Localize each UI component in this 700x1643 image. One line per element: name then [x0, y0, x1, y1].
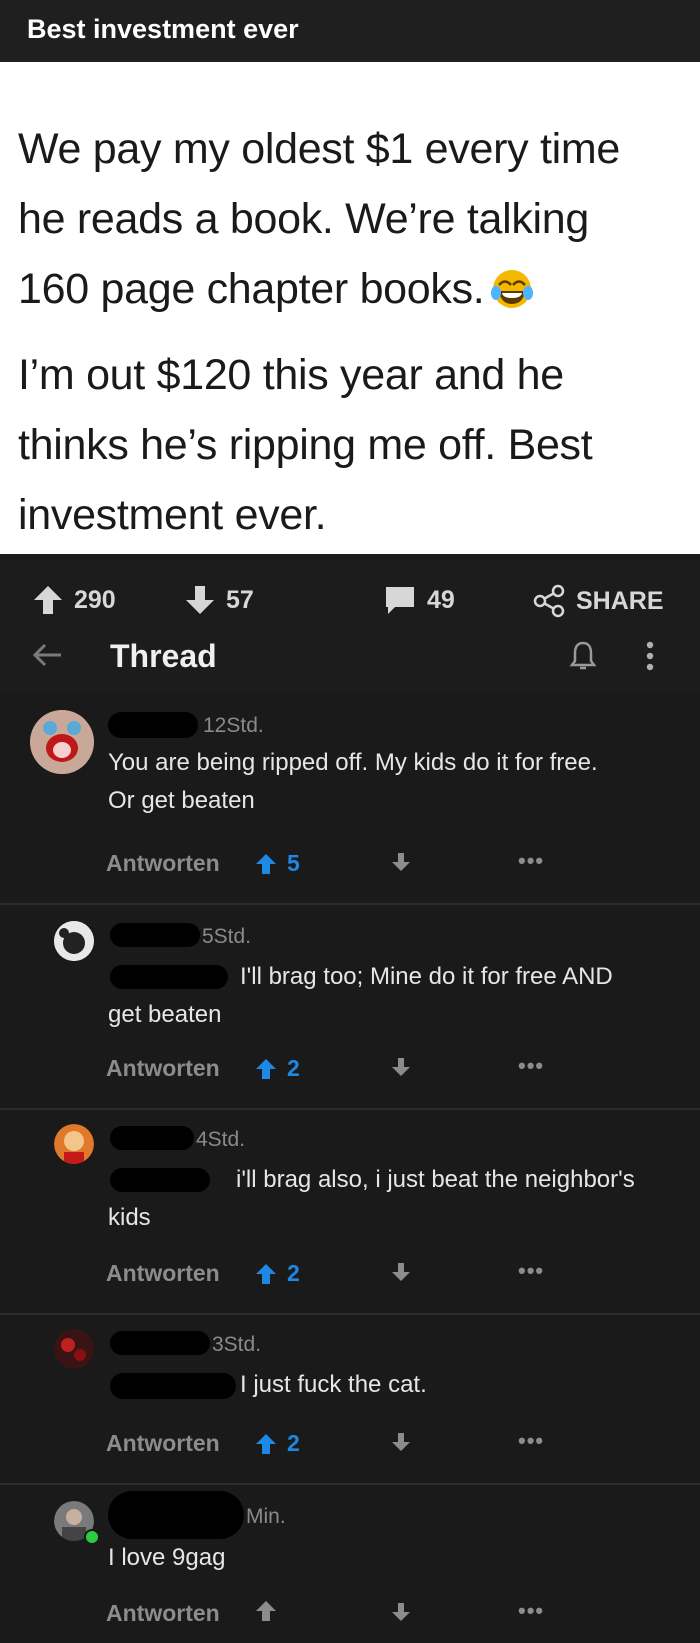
- comment-time: 5Std.: [202, 925, 252, 948]
- avatar[interactable]: [54, 1329, 94, 1369]
- reply-button[interactable]: Antworten: [106, 1430, 220, 1457]
- comment-text: I love 9gag: [108, 1544, 226, 1571]
- comment-time: 12Std.: [203, 714, 264, 737]
- comment-more-button[interactable]: •••: [518, 1598, 544, 1624]
- comment-text: i'll brag also, i just beat the neighbor…: [108, 1166, 635, 1231]
- avatar[interactable]: [54, 1124, 94, 1164]
- arrow-up-icon: [256, 1263, 276, 1284]
- comment-time: 3Std.: [212, 1333, 262, 1356]
- comment-upvote-button[interactable]: 2: [255, 1430, 300, 1457]
- comment: 4Std. i'll brag also, i just beat the ne…: [0, 1110, 700, 1310]
- reply-button[interactable]: Antworten: [106, 850, 220, 877]
- redacted-username: [108, 712, 198, 738]
- arrow-down-icon[interactable]: [391, 1057, 411, 1077]
- arrow-down-icon[interactable]: [391, 852, 411, 872]
- back-arrow-icon[interactable]: [33, 643, 63, 667]
- post-title-bar: Best investment ever: [0, 0, 700, 62]
- post-line-2: he reads a book. We’re talking: [18, 195, 590, 243]
- comment-time: 4Std.: [196, 1128, 246, 1151]
- comment-time: Min.: [246, 1505, 286, 1528]
- comment-text: I just fuck the cat.: [240, 1371, 427, 1398]
- arrow-up-icon: [256, 1601, 276, 1621]
- comment-upvote-button[interactable]: 5: [255, 850, 300, 877]
- comment-upvote-button[interactable]: 2: [255, 1260, 300, 1287]
- comment-text: You are being ripped off. My kids do it …: [108, 749, 598, 814]
- redacted-username: [110, 1331, 210, 1355]
- post-line-3: 160 page chapter books.: [18, 254, 534, 324]
- redacted-username: [108, 1491, 244, 1539]
- arrow-up-icon: [256, 1058, 276, 1079]
- comment-upvote-button[interactable]: 2: [255, 1055, 300, 1082]
- comment-vote-count: 2: [287, 1260, 300, 1286]
- comment-more-button[interactable]: •••: [518, 1053, 544, 1079]
- comment-vote-count: 2: [287, 1430, 300, 1456]
- reply-button[interactable]: Antworten: [106, 1600, 220, 1627]
- arrow-up-icon: [256, 1433, 276, 1454]
- comment: Min. I love 9gag Antworten •••: [0, 1485, 700, 1643]
- bell-icon[interactable]: [568, 640, 598, 672]
- comment-more-button[interactable]: •••: [518, 1428, 544, 1454]
- avatar[interactable]: [54, 921, 94, 961]
- laughing-tears-emoji-icon: [491, 270, 534, 308]
- thread-title: Thread: [110, 638, 217, 674]
- post-line-5: thinks he’s ripping me off. Best: [18, 421, 593, 469]
- post-title: Best investment ever: [27, 14, 299, 44]
- redacted-username: [110, 923, 200, 947]
- post-line-6: investment ever.: [18, 491, 327, 539]
- comment-vote-count: 5: [287, 850, 300, 876]
- thread-header: Thread: [0, 610, 700, 694]
- comment: 5Std. I'll brag too; Mine do it for free…: [0, 905, 700, 1105]
- comment-more-button[interactable]: •••: [518, 848, 544, 874]
- redacted-username: [110, 1126, 194, 1150]
- arrow-up-icon: [256, 853, 276, 874]
- comment-vote-count: 2: [287, 1055, 300, 1081]
- reply-button[interactable]: Antworten: [106, 1055, 220, 1082]
- reply-button[interactable]: Antworten: [106, 1260, 220, 1287]
- arrow-down-icon[interactable]: [391, 1262, 411, 1282]
- more-vertical-icon[interactable]: [645, 640, 655, 672]
- comment: 12Std. You are being ripped off. My kids…: [0, 700, 700, 900]
- arrow-down-icon[interactable]: [391, 1432, 411, 1452]
- post-content: We pay my oldest $1 every time he reads …: [0, 62, 700, 554]
- comment: 3Std. I just fuck the cat. Antworten 2 •…: [0, 1315, 700, 1485]
- post-line-4: I’m out $120 this year and he: [18, 351, 564, 399]
- online-status-indicator: [84, 1529, 100, 1545]
- comment-text: I'll brag too; Mine do it for free AND g…: [108, 963, 613, 1028]
- post-line-1: We pay my oldest $1 every time: [18, 125, 621, 173]
- comment-more-button[interactable]: •••: [518, 1258, 544, 1284]
- arrow-down-icon[interactable]: [391, 1602, 411, 1622]
- comment-upvote-button[interactable]: [255, 1600, 287, 1622]
- avatar[interactable]: [30, 710, 94, 774]
